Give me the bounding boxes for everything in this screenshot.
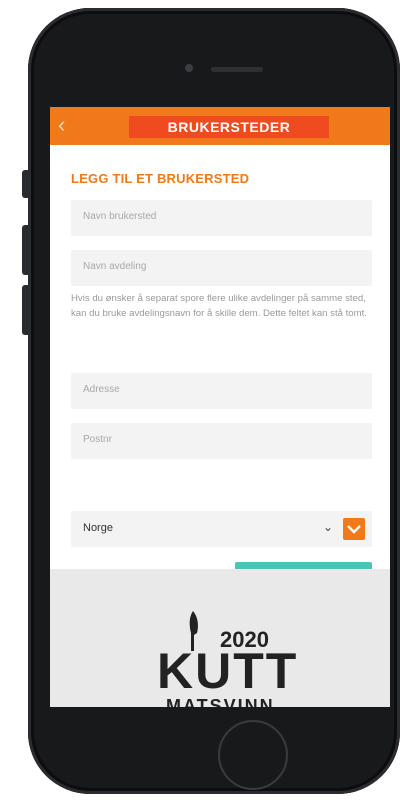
dropdown-toggle-button[interactable] [343, 518, 365, 540]
kutt-matsvinn-logo: 2020 KUTT MATSVINN [50, 569, 390, 707]
country-value: Norge [83, 522, 113, 534]
logo-subtitle: MATSVINN [166, 696, 275, 707]
location-name-placeholder: Navn brukersted [83, 211, 157, 222]
help-text: Hvis du ønsker å separat spore flere uli… [71, 293, 367, 320]
postal-code-placeholder: Postnr [83, 434, 112, 445]
location-name-input[interactable]: Navn brukersted [71, 200, 372, 236]
title-box: BRUKERSTEDER [129, 116, 329, 138]
front-camera-icon [185, 64, 193, 72]
form-card: LEGG TIL ET BRUKERSTED Navn brukersted N… [50, 145, 390, 592]
home-button[interactable] [218, 720, 288, 790]
department-name-input[interactable]: Navn avdeling [71, 250, 372, 286]
app-screen: ‹ BRUKERSTEDER LEGG TIL ET BRUKERSTED Na… [50, 107, 390, 707]
country-select[interactable]: Norge ⌄ [71, 511, 372, 547]
app-header: ‹ BRUKERSTEDER [50, 107, 390, 145]
chevron-down-icon [347, 525, 361, 534]
speaker-grille [211, 67, 263, 72]
chevron-down-icon: ⌄ [323, 520, 334, 534]
department-name-placeholder: Navn avdeling [83, 261, 147, 272]
section-title: LEGG TIL ET BRUKERSTED [71, 171, 250, 186]
logo-brand: KUTT [157, 643, 299, 699]
postal-code-input[interactable]: Postnr [71, 423, 372, 459]
address-placeholder: Adresse [83, 384, 120, 395]
address-input[interactable]: Adresse [71, 373, 372, 409]
chevron-left-icon[interactable]: ‹ [58, 113, 78, 137]
page-title: BRUKERSTEDER [167, 119, 291, 135]
